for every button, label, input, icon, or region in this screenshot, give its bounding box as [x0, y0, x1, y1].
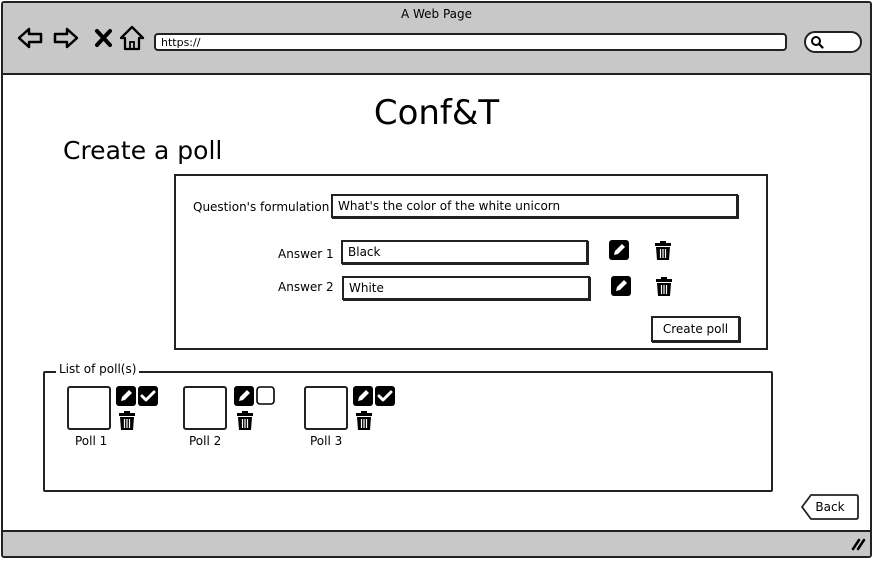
- window-title: A Web Page: [400, 7, 473, 21]
- question-label: Question's formulation: [193, 200, 330, 214]
- poll-1-thumbnail[interactable]: [67, 386, 111, 430]
- search-button[interactable]: [804, 31, 862, 53]
- poll-1-edit-pencil-icon[interactable]: [116, 386, 136, 406]
- poll-3-label: Poll 3: [310, 434, 343, 448]
- answer-1-input[interactable]: [341, 240, 588, 264]
- poll-2-thumbnail[interactable]: [183, 386, 227, 430]
- delete-answer-1-trash-icon[interactable]: [653, 240, 673, 260]
- resize-grip-icon[interactable]: [850, 537, 866, 551]
- answer-1-label: Answer 1: [278, 247, 334, 261]
- poll-2-checkbox-unchecked-icon[interactable]: [256, 386, 276, 406]
- create-poll-button[interactable]: Create poll: [651, 316, 740, 342]
- page-title: Conf&T: [373, 93, 500, 133]
- question-input[interactable]: [331, 194, 738, 218]
- forward-arrow-icon[interactable]: [52, 24, 80, 52]
- home-icon[interactable]: [118, 24, 146, 52]
- delete-answer-2-trash-icon[interactable]: [654, 276, 674, 296]
- edit-answer-1-pencil-icon[interactable]: [609, 240, 629, 260]
- search-icon: [811, 36, 824, 49]
- back-button[interactable]: Back: [801, 494, 859, 520]
- poll-2-label: Poll 2: [189, 434, 222, 448]
- poll-1-label: Poll 1: [75, 434, 108, 448]
- answer-2-label: Answer 2: [278, 280, 334, 294]
- back-arrow-icon[interactable]: [16, 24, 44, 52]
- back-button-label: Back: [815, 500, 845, 514]
- poll-3-edit-pencil-icon[interactable]: [353, 386, 373, 406]
- browser-titlebar: A Web Page: [3, 3, 870, 75]
- poll-3-thumbnail[interactable]: [304, 386, 348, 430]
- poll-2-edit-pencil-icon[interactable]: [234, 386, 254, 406]
- url-input[interactable]: [154, 33, 787, 51]
- browser-statusbar: [3, 530, 870, 556]
- close-x-icon[interactable]: [90, 24, 118, 52]
- poll-1-checkbox-checked-icon[interactable]: [138, 386, 158, 406]
- poll-1-delete-trash-icon[interactable]: [117, 410, 137, 430]
- edit-answer-2-pencil-icon[interactable]: [611, 276, 631, 296]
- poll-2-delete-trash-icon[interactable]: [235, 410, 255, 430]
- answer-2-input[interactable]: [342, 276, 590, 300]
- poll-list-legend: List of poll(s): [56, 362, 140, 376]
- poll-3-delete-trash-icon[interactable]: [354, 410, 374, 430]
- poll-3-checkbox-checked-icon[interactable]: [375, 386, 395, 406]
- section-heading-create-poll: Create a poll: [63, 136, 223, 165]
- browser-window: A Web Page Conf&T Create a poll Question…: [1, 1, 872, 558]
